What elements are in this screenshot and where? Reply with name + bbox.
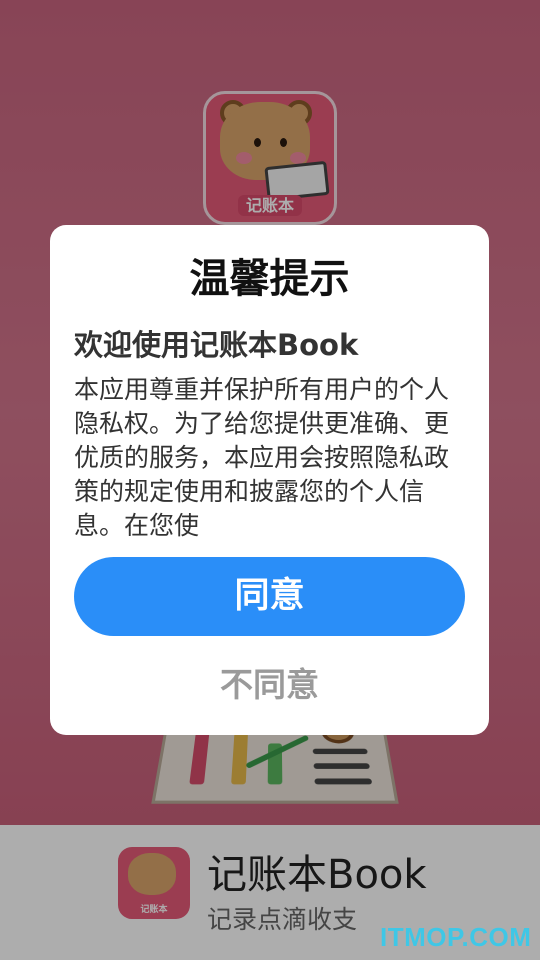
- dialog-body-text[interactable]: 本应用尊重并保护所有用户的个人隐私权。为了给您提供更准确、更优质的服务，本应用会…: [74, 373, 466, 543]
- agree-button[interactable]: 同意: [74, 557, 465, 636]
- dialog-subtitle: 欢迎使用记账本Book: [74, 328, 359, 362]
- disagree-button[interactable]: 不同意: [74, 655, 465, 715]
- dialog-title: 温馨提示: [189, 256, 350, 302]
- privacy-dialog: 温馨提示 欢迎使用记账本Book 本应用尊重并保护所有用户的个人隐私权。为了给您…: [50, 225, 489, 735]
- watermark: ITMOP.COM: [380, 922, 532, 952]
